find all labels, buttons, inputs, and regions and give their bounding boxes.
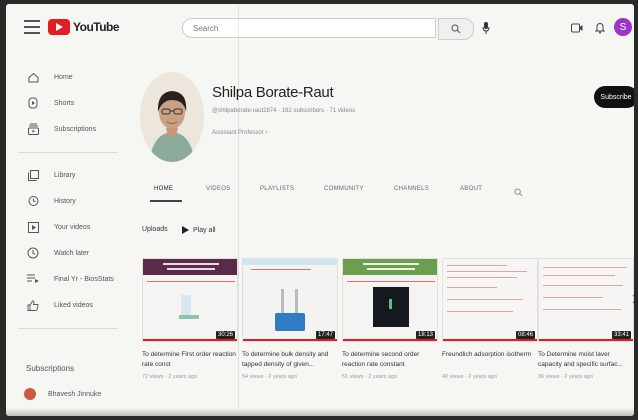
sidebar-item-shorts[interactable]: Shorts xyxy=(6,92,126,114)
create-video-icon[interactable] xyxy=(568,19,586,37)
bottom-edge xyxy=(6,408,634,416)
channel-avatar xyxy=(24,388,36,400)
play-icon xyxy=(182,226,189,234)
tab-about[interactable]: ABOUT xyxy=(460,186,482,192)
video-duration: 17:47 xyxy=(315,331,335,339)
video-title[interactable]: Freundlich adsorption isotherm xyxy=(442,350,538,370)
sidebar-item-label: Final Yr - BiosStats xyxy=(54,275,114,283)
channel-meta: @shilpaborate-raut2874 · 162 subscribers… xyxy=(212,108,356,114)
youtube-play-icon xyxy=(48,19,70,35)
sidebar-item-label: Shorts xyxy=(54,99,75,107)
video-meta: 54 views · 2 years ago xyxy=(242,374,298,380)
subscriptions-heading: Subscriptions xyxy=(26,364,75,373)
video-thumbnail[interactable]: 30:26 xyxy=(142,258,238,342)
subscription-channel[interactable]: Bhavesh Jinnuke xyxy=(24,388,101,400)
library-icon xyxy=(26,168,40,182)
video-title[interactable]: To determine bulk density and tapped den… xyxy=(242,350,338,370)
video-title[interactable]: To Determine moist laver capacity and sp… xyxy=(538,350,634,370)
video-title[interactable]: To determine second order reaction rate … xyxy=(342,350,438,370)
sidebar-divider xyxy=(18,328,118,329)
active-tab-indicator xyxy=(150,200,182,202)
history-icon xyxy=(26,194,40,208)
sidebar-item-label: Watch later xyxy=(54,249,90,257)
video-thumbnail[interactable]: 18:13 xyxy=(342,258,438,342)
video-meta: 40 views · 2 years ago xyxy=(442,374,498,380)
shorts-icon xyxy=(26,96,40,110)
account-avatar[interactable]: S xyxy=(614,18,632,36)
sidebar-item-label: Subscriptions xyxy=(54,125,97,133)
video-duration: 08:46 xyxy=(515,331,535,339)
video-meta: 72 views · 2 years ago xyxy=(142,374,198,380)
play-all-button[interactable]: Play all xyxy=(182,226,216,234)
uploads-heading: Uploads xyxy=(142,226,168,233)
your-videos-icon xyxy=(26,220,40,234)
tab-videos[interactable]: VIDEOS xyxy=(206,186,230,192)
chevron-right-icon[interactable] xyxy=(630,290,634,308)
video-thumbnail[interactable]: 17:47 xyxy=(242,258,338,342)
sidebar-item-watch-later[interactable]: Watch later xyxy=(6,242,126,264)
sidebar-item-subscriptions[interactable]: Subscriptions xyxy=(6,118,126,140)
youtube-window: YouTube S Home Shorts Subscriptions xyxy=(6,4,634,416)
video-card[interactable]: 18:13 To determine second order reaction… xyxy=(342,258,438,380)
sidebar-item-your-videos[interactable]: Your videos xyxy=(6,216,126,238)
video-title[interactable]: To determine First order reaction rate c… xyxy=(142,350,238,370)
play-all-label: Play all xyxy=(193,226,216,234)
video-meta: 36 views · 2 years ago xyxy=(538,374,594,380)
sidebar-item-home[interactable]: Home xyxy=(6,66,126,88)
channel-search-icon[interactable] xyxy=(514,184,523,202)
sidebar-item-label: Library xyxy=(54,171,76,179)
sidebar-item-history[interactable]: History xyxy=(6,190,126,212)
channel-about-link[interactable]: Assistant Professor › xyxy=(212,130,267,136)
sidebar-item-label: History xyxy=(54,197,76,205)
video-thumbnail[interactable]: 08:46 xyxy=(442,258,538,342)
logo-text: YouTube xyxy=(73,20,120,34)
search-input[interactable] xyxy=(182,18,436,38)
sidebar-divider xyxy=(18,152,118,153)
tab-community[interactable]: COMMUNITY xyxy=(324,186,364,192)
channel-tabs: HOME VIDEOS PLAYLISTS COMMUNITY CHANNELS… xyxy=(144,180,634,202)
video-duration: 30:26 xyxy=(215,331,235,339)
notifications-bell-icon[interactable] xyxy=(591,19,609,37)
video-card[interactable]: 08:46 Freundlich adsorption isotherm 40 … xyxy=(442,258,538,380)
sidebar-item-label: Your videos xyxy=(54,223,91,231)
channel-avatar-large[interactable] xyxy=(140,72,204,162)
tab-playlists[interactable]: PLAYLISTS xyxy=(260,186,294,192)
playlist-icon xyxy=(26,272,40,286)
video-meta: 51 views · 2 years ago xyxy=(342,374,398,380)
watch-later-icon xyxy=(26,246,40,260)
video-thumbnail[interactable]: 33:41 xyxy=(538,258,634,342)
youtube-logo[interactable]: YouTube xyxy=(48,18,120,36)
sidebar-item-library[interactable]: Library xyxy=(6,164,126,186)
sidebar-item-liked-videos[interactable]: Liked videos xyxy=(6,294,126,316)
sidebar-item-label: Home xyxy=(54,73,73,81)
video-duration: 18:13 xyxy=(415,331,435,339)
like-icon xyxy=(26,298,40,312)
search-button[interactable] xyxy=(438,18,474,40)
tab-home[interactable]: HOME xyxy=(154,186,173,192)
tab-channels[interactable]: CHANNELS xyxy=(394,186,429,192)
home-icon xyxy=(26,70,40,84)
search-icon xyxy=(451,24,461,34)
microphone-icon[interactable] xyxy=(478,20,494,36)
subscription-label: Bhavesh Jinnuke xyxy=(48,390,102,398)
top-bar: YouTube S xyxy=(6,4,634,52)
video-card[interactable]: 17:47 To determine bulk density and tapp… xyxy=(242,258,338,380)
video-card[interactable]: 30:26 To determine First order reaction … xyxy=(142,258,238,380)
sidebar-item-label: Liked videos xyxy=(54,301,93,309)
video-card[interactable]: 33:41 To Determine moist laver capacity … xyxy=(538,258,634,380)
sidebar-item-playlist[interactable]: Final Yr - BiosStats xyxy=(6,268,126,290)
screen-fold-line xyxy=(238,4,239,416)
subscriptions-icon xyxy=(26,122,40,136)
video-duration: 33:41 xyxy=(611,331,631,339)
menu-icon[interactable] xyxy=(24,20,40,34)
channel-name: Shilpa Borate-Raut xyxy=(212,84,334,101)
subscribe-button[interactable]: Subscribe xyxy=(594,86,634,108)
